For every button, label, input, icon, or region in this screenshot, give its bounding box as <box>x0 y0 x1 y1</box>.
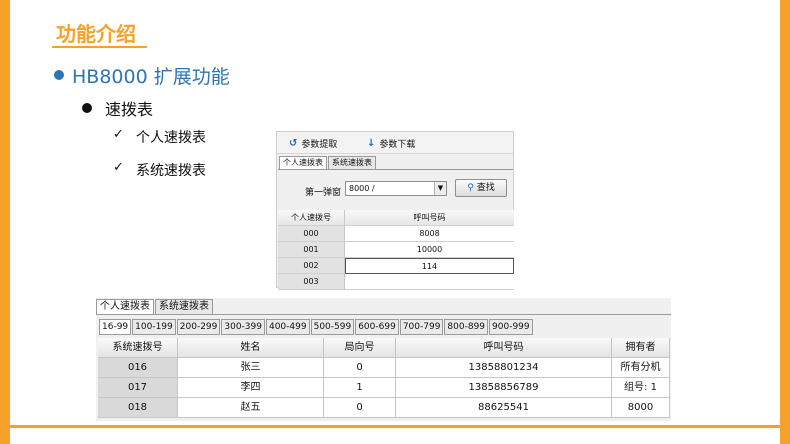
table-row[interactable]: 002 114 <box>278 258 515 274</box>
range-tab[interactable]: 700-799 <box>399 319 444 335</box>
divider <box>96 314 671 315</box>
row-route[interactable]: 0 <box>324 398 396 418</box>
range-tab[interactable]: 16-99 <box>99 319 132 335</box>
personal-speed-dial-table: 个人速拨号 呼叫号码 000 8008 001 10000 002 114 00… <box>278 210 515 290</box>
column-header-name[interactable]: 姓名 <box>178 338 324 358</box>
range-tab[interactable]: 500-599 <box>310 319 355 335</box>
tab-bar: 个人速拨表 系统速拨表 <box>96 299 214 314</box>
row-number[interactable]: 13858856789 <box>396 378 612 398</box>
bullet-dot <box>82 103 92 113</box>
segment-select[interactable]: 8000 / ▼ <box>345 181 447 196</box>
find-button-label: 查找 <box>476 183 495 193</box>
section-heading: HB8000 扩展功能 <box>72 66 230 88</box>
column-header-number[interactable]: 呼叫号码 <box>396 338 612 358</box>
find-button[interactable]: ⚲ 查找 <box>455 179 507 197</box>
table-row[interactable]: 018 赵五 0 88625541 8000 <box>98 398 670 418</box>
bullet-dot <box>54 70 64 80</box>
bottom-accent-line <box>10 425 780 428</box>
tab-personal-speed-dial[interactable]: 个人速拨表 <box>279 156 327 169</box>
row-id: 001 <box>278 242 345 258</box>
segment-label: 第一弹窗 <box>305 188 342 198</box>
table-row[interactable]: 000 8008 <box>278 226 515 242</box>
system-speed-dial-window: 个人速拨表 系统速拨表 16-99 100-199 200-299 300-39… <box>96 298 671 421</box>
row-name[interactable]: 张三 <box>178 358 324 378</box>
row-name[interactable]: 赵五 <box>178 398 324 418</box>
range-tab[interactable]: 900-999 <box>489 319 533 335</box>
row-number[interactable] <box>345 274 514 290</box>
tab-system-speed-dial[interactable]: 系统速拨表 <box>155 299 213 314</box>
table-header: 个人速拨号 呼叫号码 <box>278 210 515 226</box>
download-params-label: 参数下载 <box>379 139 416 150</box>
column-header-id[interactable]: 个人速拨号 <box>278 210 345 226</box>
range-tab[interactable]: 100-199 <box>132 319 176 335</box>
column-header-owner[interactable]: 拥有者 <box>612 338 670 358</box>
list-item-personal-speed-dial: 个人速拨表 <box>136 130 206 146</box>
row-owner[interactable]: 组号: 1 <box>612 378 670 398</box>
system-speed-dial-table: 系统速拨号 姓名 局向号 呼叫号码 拥有者 016 张三 0 138588012… <box>98 338 670 418</box>
table-row[interactable]: 001 10000 <box>278 242 515 258</box>
title-underline <box>52 46 147 48</box>
column-header-route[interactable]: 局向号 <box>324 338 396 358</box>
row-id: 003 <box>278 274 345 290</box>
subsection-heading: 速拨表 <box>105 100 154 119</box>
row-id: 002 <box>278 258 345 274</box>
row-id: 018 <box>98 398 178 418</box>
column-header-number[interactable]: 呼叫号码 <box>345 210 514 226</box>
row-number[interactable]: 10000 <box>345 242 514 258</box>
row-number[interactable]: 13858801234 <box>396 358 612 378</box>
row-id: 016 <box>98 358 178 378</box>
table-header: 系统速拨号 姓名 局向号 呼叫号码 拥有者 <box>98 338 670 358</box>
check-icon: ✓ <box>113 127 124 142</box>
segment-select-value: 8000 / <box>349 184 375 193</box>
download-params-button[interactable]: ↓ 参数下载 <box>367 136 415 150</box>
row-id: 000 <box>278 226 345 242</box>
row-name[interactable]: 李四 <box>178 378 324 398</box>
row-number[interactable]: 88625541 <box>396 398 612 418</box>
tab-system-speed-dial[interactable]: 系统速拨表 <box>328 156 376 169</box>
table-row[interactable]: 017 李四 1 13858856789 组号: 1 <box>98 378 670 398</box>
tab-content: 第一弹窗 8000 / ▼ ⚲ 查找 个人速拨号 呼叫号码 000 8008 0… <box>278 169 515 290</box>
fetch-params-label: 参数提取 <box>301 139 338 150</box>
page-title: 功能介绍 <box>56 22 136 46</box>
row-route[interactable]: 1 <box>324 378 396 398</box>
table-row[interactable]: 003 <box>278 274 515 290</box>
range-tab[interactable]: 300-399 <box>221 319 265 335</box>
column-header-id[interactable]: 系统速拨号 <box>98 338 178 358</box>
check-icon: ✓ <box>113 160 124 175</box>
list-item-system-speed-dial: 系统速拨表 <box>136 163 206 179</box>
range-tab[interactable]: 400-499 <box>265 319 310 335</box>
download-icon: ↓ <box>367 137 376 149</box>
range-tab[interactable]: 800-899 <box>444 319 489 335</box>
left-accent-bar <box>0 0 10 444</box>
refresh-icon: ↺ <box>289 137 298 149</box>
chevron-down-icon[interactable]: ▼ <box>434 182 446 195</box>
row-owner[interactable]: 所有分机 <box>612 358 670 378</box>
tab-bar: 个人速拨表 系统速拨表 <box>279 156 377 169</box>
row-owner[interactable]: 8000 <box>612 398 670 418</box>
right-accent-bar <box>780 0 790 444</box>
toolbar: ↺ 参数提取 ↓ 参数下载 <box>277 132 513 154</box>
row-number[interactable]: 114 <box>345 258 514 274</box>
row-id: 017 <box>98 378 178 398</box>
search-icon: ⚲ <box>467 183 474 193</box>
range-tab-bar: 16-99 100-199 200-299 300-399 400-499 50… <box>99 319 534 335</box>
fetch-params-button[interactable]: ↺ 参数提取 <box>289 136 337 150</box>
tab-personal-speed-dial[interactable]: 个人速拨表 <box>96 299 154 314</box>
row-number[interactable]: 8008 <box>345 226 514 242</box>
range-tab[interactable]: 200-299 <box>176 319 221 335</box>
table-row[interactable]: 016 张三 0 13858801234 所有分机 <box>98 358 670 378</box>
row-route[interactable]: 0 <box>324 358 396 378</box>
range-tab[interactable]: 600-699 <box>355 319 399 335</box>
personal-speed-dial-window: ↺ 参数提取 ↓ 参数下载 个人速拨表 系统速拨表 第一弹窗 8000 / ▼ … <box>276 131 515 290</box>
